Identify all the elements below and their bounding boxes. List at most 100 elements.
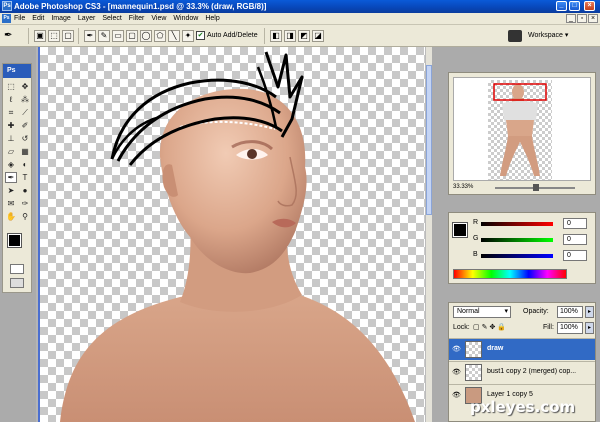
- path-intersect-icon[interactable]: ◩: [298, 30, 310, 42]
- navigator-zoom-slider[interactable]: [495, 184, 575, 191]
- rectangle-icon[interactable]: ▭: [112, 30, 124, 42]
- canvas-vertical-scrollbar[interactable]: [425, 47, 432, 422]
- path-exclude-icon[interactable]: ◪: [312, 30, 324, 42]
- path-add-icon[interactable]: ◧: [270, 30, 282, 42]
- healing-brush-tool-icon[interactable]: ✚: [5, 120, 17, 131]
- polygon-icon[interactable]: ⬠: [154, 30, 166, 42]
- history-brush-tool-icon[interactable]: ↺: [19, 133, 31, 144]
- layer-thumbnail: [465, 341, 482, 358]
- hand-tool-icon[interactable]: ✋: [5, 211, 17, 222]
- r-value-field[interactable]: 0: [563, 218, 587, 229]
- clone-stamp-tool-icon[interactable]: ⊥: [5, 133, 17, 144]
- menu-image[interactable]: Image: [51, 14, 70, 24]
- freeform-pen-icon[interactable]: ✎: [98, 30, 110, 42]
- dodge-tool-icon[interactable]: ◐: [19, 159, 31, 170]
- menu-bar: Ps File Edit Image Layer Select Filter V…: [0, 13, 600, 25]
- pen-icon[interactable]: ✒: [4, 29, 24, 43]
- g-slider[interactable]: [481, 238, 553, 242]
- eye-icon[interactable]: 👁: [452, 391, 461, 400]
- magic-wand-tool-icon[interactable]: ⁂: [19, 94, 31, 105]
- blur-tool-icon[interactable]: ◈: [5, 159, 17, 170]
- navigator-thumbnail[interactable]: [453, 77, 591, 181]
- blend-mode-select[interactable]: Normal: [453, 306, 511, 318]
- custom-shape-icon[interactable]: ✦: [182, 30, 194, 42]
- crop-tool-icon[interactable]: ⌗: [5, 107, 17, 118]
- document-icon[interactable]: Ps: [2, 14, 11, 23]
- shape-layers-icon[interactable]: ▣: [34, 30, 46, 42]
- fill-pixels-icon[interactable]: ▢: [62, 30, 74, 42]
- eye-icon[interactable]: 👁: [452, 368, 461, 377]
- brush-tool-icon[interactable]: ✐: [19, 120, 31, 131]
- opacity-field[interactable]: 100%: [557, 306, 583, 318]
- close-button[interactable]: ×: [584, 1, 595, 11]
- shape-tool-icon[interactable]: ●: [19, 185, 31, 196]
- notes-tool-icon[interactable]: ✉: [5, 198, 17, 209]
- eraser-tool-icon[interactable]: ▱: [5, 146, 17, 157]
- zoom-slider-knob[interactable]: [533, 184, 539, 191]
- ellipse-icon[interactable]: ◯: [140, 30, 152, 42]
- menu-filter[interactable]: Filter: [129, 14, 145, 24]
- paths-icon[interactable]: ⬚: [48, 30, 60, 42]
- doc-restore-button[interactable]: ▫: [577, 14, 587, 23]
- gradient-tool-icon[interactable]: ▦: [19, 146, 31, 157]
- maximize-button[interactable]: □: [569, 1, 580, 11]
- eyedropper-tool-icon[interactable]: ✑: [19, 198, 31, 209]
- type-tool-icon[interactable]: T: [19, 172, 31, 183]
- menu-edit[interactable]: Edit: [32, 14, 44, 24]
- menu-file[interactable]: File: [14, 14, 25, 24]
- lock-icons[interactable]: ▢✎✥🔒: [473, 323, 508, 331]
- title-bar: Ps Adobe Photoshop CS3 - [mannequin1.psd…: [0, 0, 600, 13]
- doc-close-button[interactable]: ×: [588, 14, 598, 23]
- color-panel: R 0 G 0 B 0: [448, 212, 596, 284]
- layer-row-bust[interactable]: 👁 bust1 copy 2 (merged) cop...: [449, 361, 595, 383]
- minimize-button[interactable]: _: [556, 1, 567, 11]
- r-slider[interactable]: [481, 222, 553, 226]
- doc-minimize-button[interactable]: _: [566, 14, 576, 23]
- menu-help[interactable]: Help: [205, 14, 219, 24]
- right-panel-dock: 33.33% R 0 G 0 B 0 Normal ▾ Opacity: 100…: [432, 47, 600, 422]
- opacity-arrow-icon[interactable]: ▸: [585, 306, 594, 318]
- pen-tool-icon[interactable]: ✒: [84, 30, 96, 42]
- color-spectrum-bar[interactable]: [453, 269, 567, 279]
- quick-mask-button[interactable]: [10, 264, 24, 274]
- lock-label: Lock:: [453, 324, 470, 331]
- workspace-icon[interactable]: [508, 30, 522, 42]
- screen-mode-button[interactable]: [10, 278, 24, 288]
- fill-arrow-icon[interactable]: ▸: [585, 322, 594, 334]
- fill-field[interactable]: 100%: [557, 322, 583, 334]
- slice-tool-icon[interactable]: ⟋: [19, 107, 31, 118]
- zoom-tool-icon[interactable]: ⚲: [19, 211, 31, 222]
- auto-add-delete-label: Auto Add/Delete: [207, 32, 258, 39]
- g-value-field[interactable]: 0: [563, 234, 587, 245]
- pen-tool-icon[interactable]: ✒: [5, 172, 17, 183]
- tools-header: Ps: [3, 64, 31, 78]
- b-value-field[interactable]: 0: [563, 250, 587, 261]
- menu-layer[interactable]: Layer: [78, 14, 96, 24]
- path-subtract-icon[interactable]: ◨: [284, 30, 296, 42]
- line-icon[interactable]: ╲: [168, 30, 180, 42]
- auto-add-delete-checkbox[interactable]: ✔: [196, 31, 205, 40]
- move-tool-icon[interactable]: ✥: [19, 81, 31, 92]
- layer-name: bust1 copy 2 (merged) cop...: [487, 368, 577, 375]
- navigator-panel: 33.33%: [448, 72, 596, 195]
- layer-row-draw[interactable]: 👁 draw: [449, 338, 595, 360]
- menu-view[interactable]: View: [151, 14, 166, 24]
- b-slider[interactable]: [481, 254, 553, 258]
- path-selection-tool-icon[interactable]: ➤: [5, 185, 17, 196]
- tools-panel: Ps ⬚ ✥ ℓ ⁂ ⌗ ⟋ ✚ ✐ ⊥ ↺ ▱ ▦ ◈ ◐ ✒ T ➤ ● ✉…: [2, 63, 32, 293]
- r-label: R: [473, 219, 479, 226]
- marquee-tool-icon[interactable]: ⬚: [5, 81, 17, 92]
- opacity-label: Opacity:: [523, 308, 549, 315]
- workspace-button[interactable]: Workspace ▾: [528, 31, 568, 39]
- lasso-tool-icon[interactable]: ℓ: [5, 94, 17, 105]
- eye-icon[interactable]: 👁: [452, 345, 461, 354]
- document-canvas[interactable]: [38, 47, 425, 422]
- menu-window[interactable]: Window: [173, 14, 198, 24]
- navigator-zoom-value[interactable]: 33.33%: [453, 184, 473, 190]
- mannequin-artwork: [60, 51, 415, 422]
- rounded-rectangle-icon[interactable]: ▢: [126, 30, 138, 42]
- menu-select[interactable]: Select: [102, 14, 121, 24]
- color-foreground-swatch[interactable]: [452, 222, 468, 238]
- foreground-color-swatch[interactable]: [7, 233, 22, 248]
- b-label: B: [473, 251, 478, 258]
